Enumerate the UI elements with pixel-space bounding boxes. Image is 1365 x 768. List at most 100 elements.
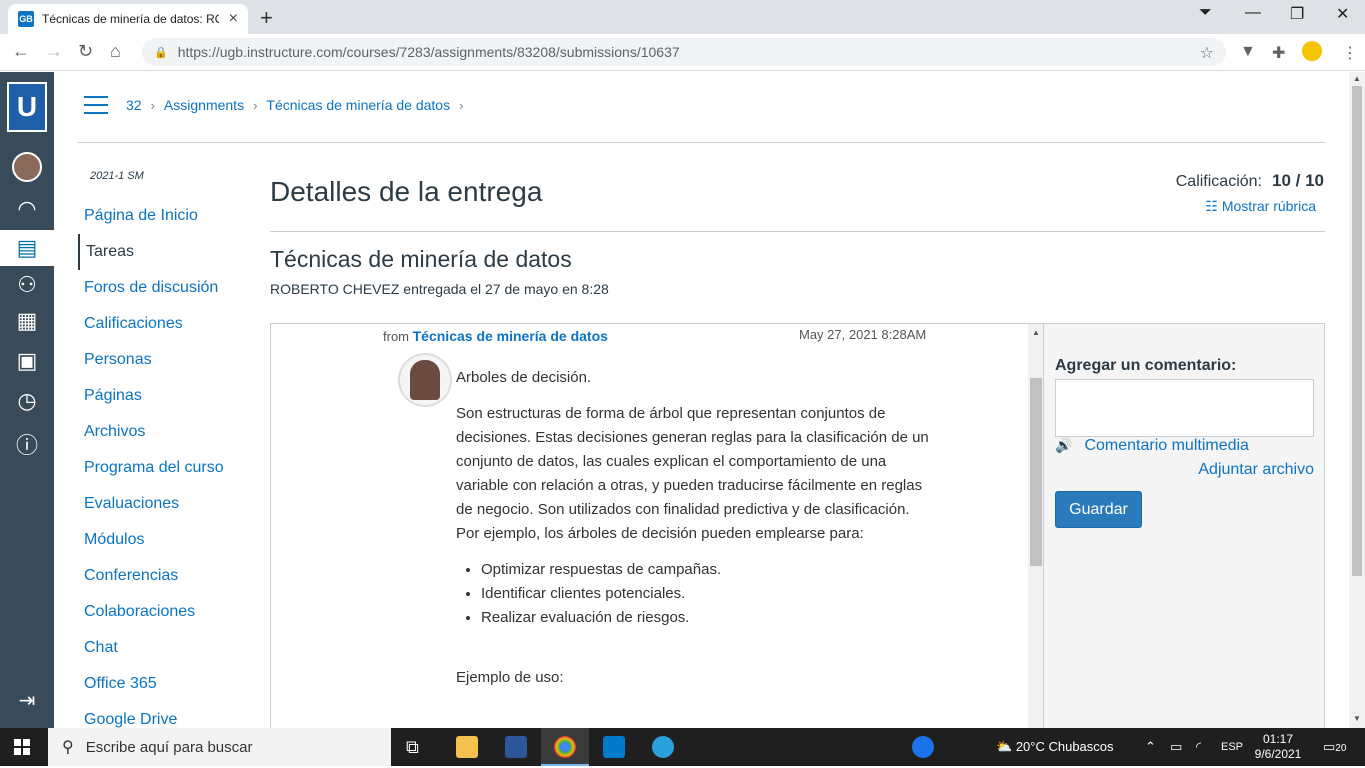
battery-icon[interactable]: ▭ <box>1170 728 1182 766</box>
breadcrumb-assignments[interactable]: Assignments <box>164 97 244 113</box>
comment-label: Agregar un comentario: <box>1055 357 1237 374</box>
account-avatar[interactable] <box>0 152 54 188</box>
word-icon[interactable] <box>505 736 527 758</box>
profile-avatar-icon[interactable] <box>1302 41 1322 61</box>
inbox-icon[interactable]: ▣ <box>0 348 54 374</box>
course-nav-conferences[interactable]: Conferencias <box>78 558 258 594</box>
chevron-right-icon: › <box>459 97 464 113</box>
divider <box>270 231 1325 232</box>
course-nav-modules[interactable]: Módulos <box>78 522 258 558</box>
courses-icon[interactable]: ▤ <box>0 230 54 266</box>
course-nav-files[interactable]: Archivos <box>78 414 258 450</box>
tray-chevron-icon[interactable]: ⌃ <box>1145 728 1156 766</box>
post-source: from Técnicas de minería de datos <box>383 328 608 344</box>
course-nav-pages[interactable]: Páginas <box>78 378 258 414</box>
history-icon[interactable]: ◷ <box>0 388 54 414</box>
windows-start-icon[interactable] <box>14 739 30 755</box>
list-item: Identificar clientes potenciales. <box>481 582 936 606</box>
file-explorer-icon[interactable] <box>456 736 478 758</box>
wifi-icon[interactable]: ◜ <box>1196 728 1201 766</box>
task-view-icon[interactable]: ⧉ <box>406 728 419 766</box>
course-nav-quizzes[interactable]: Evaluaciones <box>78 486 258 522</box>
rubric-icon: ☷ <box>1205 198 1218 214</box>
back-icon[interactable]: ← <box>12 41 30 62</box>
post-paragraph: Son estructuras de forma de árbol que re… <box>456 405 929 542</box>
taskbar-search[interactable]: ⚲ Escribe aquí para buscar <box>48 728 391 766</box>
scroll-down-icon[interactable]: ▼ <box>1353 714 1361 723</box>
search-icon: ⚲ <box>62 739 74 756</box>
course-nav-home[interactable]: Página de Inicio <box>78 198 258 234</box>
taskbar-clock[interactable]: 01:17 9/6/2021 <box>1254 732 1302 762</box>
home-icon[interactable]: ⌂ <box>110 41 121 62</box>
minimize-icon[interactable]: — <box>1245 4 1261 22</box>
address-bar[interactable]: 🔒 https://ugb.instructure.com/courses/72… <box>142 38 1226 66</box>
menu-kebab-icon[interactable]: ⋮ <box>1342 43 1358 63</box>
maximize-icon[interactable]: ❐ <box>1290 4 1304 24</box>
grade-value: 10 / 10 <box>1272 171 1324 190</box>
collapse-nav-icon[interactable]: ⇥ <box>0 688 54 713</box>
calendar-icon[interactable]: ▦ <box>0 308 54 334</box>
weather-icon: ⛅ <box>996 739 1013 754</box>
course-nav-discussions[interactable]: Foros de discusión <box>78 270 258 306</box>
course-navigation: Página de Inicio Tareas Foros de discusi… <box>78 198 258 738</box>
new-tab-icon[interactable]: + <box>260 5 273 31</box>
show-rubric-link[interactable]: ☷ Mostrar rúbrica <box>1205 198 1316 215</box>
frame-scrollbar[interactable]: ▲ <box>1028 324 1043 728</box>
university-logo[interactable]: U <box>7 82 47 132</box>
breadcrumb-assignment[interactable]: Técnicas de minería de datos <box>266 97 450 113</box>
search-placeholder: Escribe aquí para buscar <box>85 738 253 756</box>
global-navigation: U ◠ ▤ ⚇ ▦ ▣ ◷ ⓘ ⇥ <box>0 72 54 728</box>
page-scrollbar[interactable]: ▲ ▼ <box>1349 72 1365 728</box>
vscode-icon[interactable] <box>603 736 625 758</box>
author-avatar[interactable] <box>398 353 452 407</box>
source-link[interactable]: Técnicas de minería de datos <box>413 328 608 344</box>
url-text: https://ugb.instructure.com/courses/7283… <box>177 44 680 60</box>
telegram-icon[interactable] <box>652 736 674 758</box>
hamburger-menu-icon[interactable] <box>84 96 108 114</box>
media-comment-link[interactable]: 🔊 Comentario multimedia <box>1055 437 1249 455</box>
course-nav-syllabus[interactable]: Programa del curso <box>78 450 258 486</box>
weather-text: 20°C Chubascos <box>1015 739 1114 754</box>
post-example: Ejemplo de uso: <box>456 669 564 686</box>
save-button[interactable]: Guardar <box>1055 491 1142 528</box>
course-nav-people[interactable]: Personas <box>78 342 258 378</box>
scroll-up-icon[interactable]: ▲ <box>1032 328 1040 337</box>
course-nav-chat[interactable]: Chat <box>78 630 258 666</box>
extension-icon[interactable]: ▼ <box>1240 43 1256 61</box>
chevron-right-icon: › <box>253 97 258 113</box>
help-icon[interactable]: ⓘ <box>0 428 54 460</box>
scrollbar-thumb[interactable] <box>1030 378 1042 566</box>
grade-display: Calificación: 10 / 10 <box>1176 171 1324 191</box>
breadcrumb-course[interactable]: 32 <box>126 97 142 113</box>
attach-file-link[interactable]: Adjuntar archivo <box>1198 461 1314 479</box>
browser-tab[interactable]: GB Técnicas de minería de datos: RO × <box>8 4 248 34</box>
reload-icon[interactable]: ↻ <box>78 41 93 62</box>
submission-frame: from Técnicas de minería de datos May 27… <box>270 323 1044 728</box>
speaker-icon: 🔊 <box>1055 437 1073 453</box>
close-tab-icon[interactable]: × <box>229 10 238 28</box>
bookmark-star-icon[interactable]: ☆ <box>1200 43 1214 63</box>
language-indicator[interactable]: ESP <box>1221 728 1243 766</box>
groups-icon[interactable]: ⚇ <box>0 272 54 298</box>
course-nav-collaborations[interactable]: Colaboraciones <box>78 594 258 630</box>
help-icon[interactable] <box>912 736 934 758</box>
chrome-icon[interactable] <box>554 736 576 758</box>
comment-textarea[interactable] <box>1055 379 1314 437</box>
post-bullets: Optimizar respuestas de campañas. Identi… <box>481 558 936 630</box>
weather-widget[interactable]: ⛅ 20°C Chubascos <box>996 728 1114 766</box>
course-nav-office365[interactable]: Office 365 <box>78 666 258 702</box>
from-label: from <box>383 329 409 344</box>
notifications-icon[interactable]: ▭20 <box>1323 728 1346 766</box>
forward-icon[interactable]: → <box>45 41 63 62</box>
scrollbar-thumb[interactable] <box>1352 86 1362 576</box>
profile-dropdown-icon[interactable]: ⏷ <box>1199 4 1212 22</box>
dashboard-icon[interactable]: ◠ <box>0 196 54 222</box>
close-window-icon[interactable]: ✕ <box>1336 4 1349 24</box>
scroll-up-icon[interactable]: ▲ <box>1353 74 1361 83</box>
extensions-puzzle-icon[interactable]: ✚ <box>1272 43 1285 63</box>
course-nav-assignments[interactable]: Tareas <box>78 234 258 270</box>
rubric-label: Mostrar rúbrica <box>1221 198 1316 214</box>
course-nav-grades[interactable]: Calificaciones <box>78 306 258 342</box>
divider <box>78 142 1325 143</box>
post-body: Arboles de decisión. Son estructuras de … <box>456 366 936 702</box>
